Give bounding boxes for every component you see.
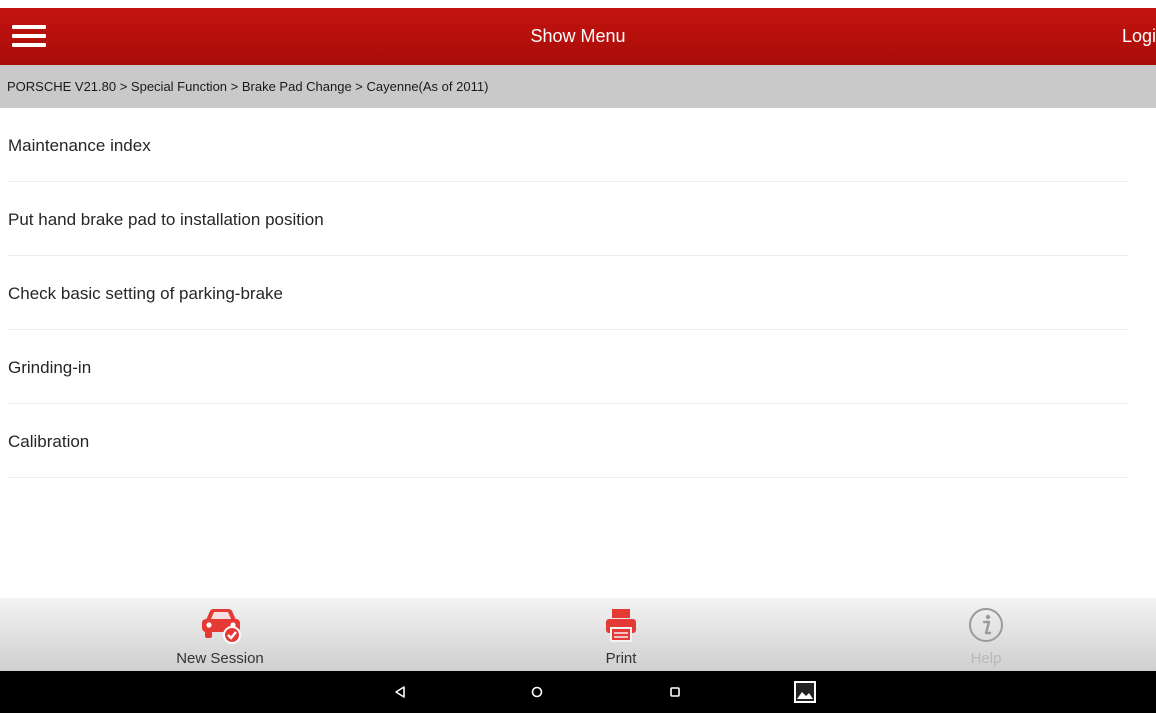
car-check-icon xyxy=(202,609,241,644)
menu-item-label: Check basic setting of parking-brake xyxy=(8,284,283,303)
help-label: Help xyxy=(970,650,1002,667)
android-navigation-bar xyxy=(0,671,1156,713)
recents-square-icon[interactable] xyxy=(655,671,695,713)
info-icon xyxy=(969,608,1003,642)
menu-item-label: Put hand brake pad to installation posit… xyxy=(8,210,324,229)
menu-item-check-parking-brake[interactable]: Check basic setting of parking-brake xyxy=(0,256,1156,330)
menu-item-label: Maintenance index xyxy=(8,136,151,155)
new-session-button[interactable]: New Session xyxy=(110,598,330,671)
breadcrumb: PORSCHE V21.80 > Special Function > Brak… xyxy=(0,65,1156,108)
app-header: Show Menu Login xyxy=(0,8,1156,65)
function-menu-list: Maintenance index Put hand brake pad to … xyxy=(0,108,1156,478)
page-title: Show Menu xyxy=(530,26,626,46)
login-button[interactable]: Login xyxy=(1122,8,1156,65)
home-circle-icon[interactable] xyxy=(517,671,557,713)
help-button[interactable]: Help xyxy=(876,598,1096,671)
print-label: Print xyxy=(605,650,637,667)
menu-item-hand-brake-pad-installation[interactable]: Put hand brake pad to installation posit… xyxy=(0,182,1156,256)
bottom-toolbar: New Session Print Help xyxy=(0,598,1156,671)
menu-item-maintenance-index[interactable]: Maintenance index xyxy=(0,108,1156,182)
menu-item-calibration[interactable]: Calibration xyxy=(0,404,1156,478)
screenshot-gallery-icon[interactable] xyxy=(785,671,825,713)
menu-item-grinding-in[interactable]: Grinding-in xyxy=(0,330,1156,404)
back-triangle-icon[interactable] xyxy=(380,671,420,713)
print-button[interactable]: Print xyxy=(511,598,731,671)
hamburger-menu-icon[interactable] xyxy=(8,16,52,56)
new-session-label: New Session xyxy=(176,650,264,667)
menu-item-label: Calibration xyxy=(8,432,90,451)
status-strip xyxy=(0,0,1156,8)
printer-icon xyxy=(606,609,636,642)
menu-item-label: Grinding-in xyxy=(8,358,92,377)
